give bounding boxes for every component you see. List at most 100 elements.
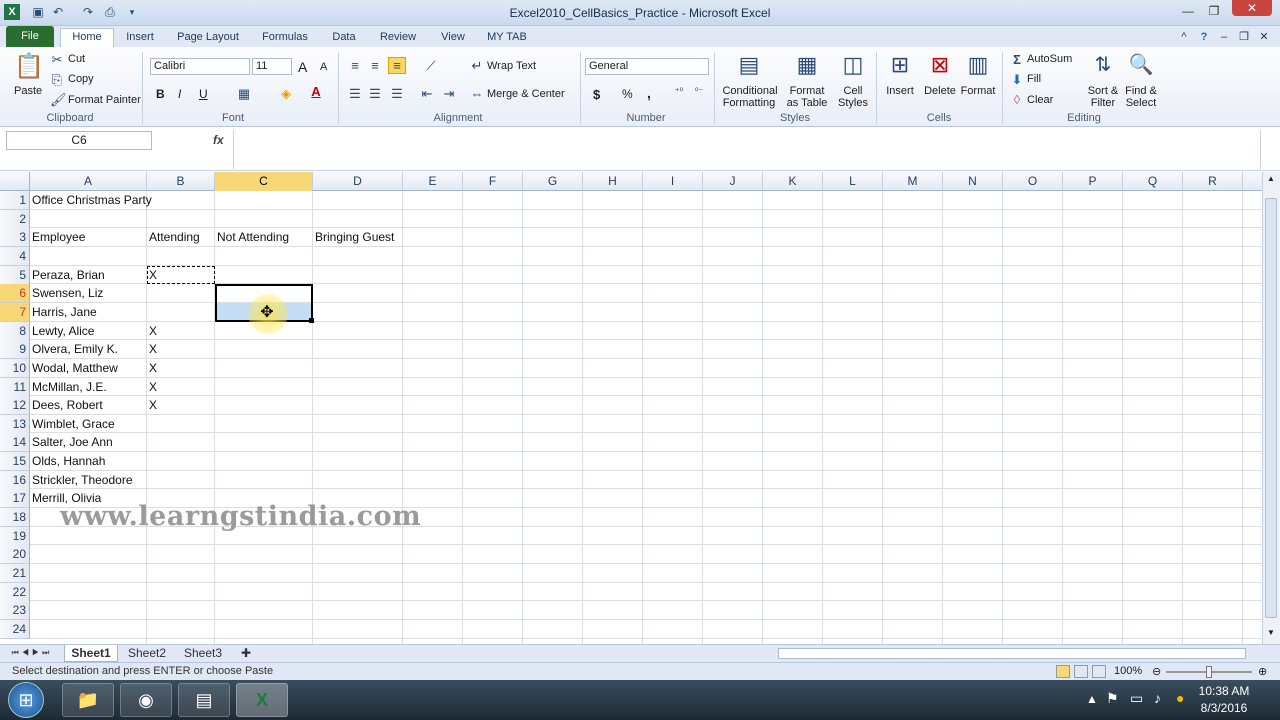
close-button[interactable]: ✕ [1232,0,1272,16]
cell-styles-line2[interactable]: Styles [834,97,872,109]
clock-time[interactable]: 10:38 AM [1196,684,1252,698]
cell-a1[interactable]: Office Christmas Party [30,191,152,210]
font-size-combo[interactable]: 11 [252,58,292,75]
paste-icon[interactable]: 📋 [14,52,44,82]
insert-function-button[interactable]: fx [213,131,229,150]
spreadsheet-grid[interactable]: ABCDEFGHIJKLMNOPQR 1 2 3 4 5 6 7 8 9 10 11 12 13 14 15… [0,172,1262,644]
column-header-a[interactable]: A [30,172,147,191]
cell-b9[interactable]: X [147,340,157,359]
shrink-font-button[interactable]: A [320,61,327,73]
vertical-scrollbar[interactable]: ▲ ▼ [1262,172,1280,644]
cell-a13[interactable]: Wimblet, Grace [30,415,115,434]
format-as-table-line1[interactable]: Format [786,85,828,97]
cell-d3[interactable]: Bringing Guest [313,228,394,247]
format-cells-button[interactable]: Format [960,85,996,97]
merge-center-button[interactable]: Merge & Center [487,88,565,100]
select-all-corner[interactable] [0,172,30,191]
doc-restore-icon[interactable]: ❐ [1236,29,1252,47]
row-header-17[interactable]: 17 [0,489,30,509]
cell-b10[interactable]: X [147,359,157,378]
zoom-level[interactable]: 100% [1114,665,1142,677]
row-header-20[interactable]: 20 [0,545,30,565]
align-center-icon[interactable]: ☰ [368,86,382,102]
action-center-icon[interactable]: ⚑ [1106,690,1119,707]
scroll-up-icon[interactable]: ▲ [1265,174,1277,186]
cell-styles-line1[interactable]: Cell [836,85,870,97]
help-icon[interactable]: ? [1196,29,1212,47]
insert-sheet-icon[interactable]: ✚ [236,645,256,662]
align-top-icon[interactable]: ≡ [348,58,362,73]
row-header-8[interactable]: 8 [0,321,30,341]
cell-a9[interactable]: Olvera, Emily K. [30,340,118,359]
column-header-e[interactable]: E [403,172,463,191]
tab-data[interactable]: Data [326,29,362,47]
tab-file[interactable]: File [6,26,54,47]
excel-taskbar-icon[interactable]: X [236,683,288,717]
app-taskbar-icon[interactable]: ▤ [178,683,230,717]
explorer-taskbar-icon[interactable]: 📁 [62,683,114,717]
column-header-o[interactable]: O [1003,172,1063,191]
column-header-i[interactable]: I [643,172,703,191]
format-as-table-line2[interactable]: as Table [784,97,830,109]
tab-page-layout[interactable]: Page Layout [172,29,244,47]
cell-a6[interactable]: Swensen, Liz [30,284,103,303]
scroll-thumb[interactable] [1265,198,1277,618]
format-painter-button[interactable]: Format Painter [68,94,141,106]
sort-filter-line2[interactable]: Filter [1084,97,1122,109]
page-layout-view-icon[interactable] [1074,665,1088,678]
increase-decimal-icon[interactable]: ⁺⁰ [670,86,688,97]
cut-button[interactable]: Cut [68,53,85,65]
clock-date[interactable]: 8/3/2016 [1196,701,1252,715]
align-middle-icon[interactable]: ≡ [368,58,382,73]
tab-home[interactable]: Home [60,28,114,47]
align-left-icon[interactable]: ☰ [348,86,362,102]
row-header-16[interactable]: 16 [0,470,30,490]
insert-cells-button[interactable]: Insert [885,85,915,97]
fill-handle[interactable] [309,318,314,323]
fill-button[interactable]: Fill [1027,73,1041,85]
cell-a10[interactable]: Wodal, Matthew [30,359,118,378]
decrease-indent-icon[interactable]: ⇤ [420,86,434,102]
zoom-in-icon[interactable]: ⊕ [1258,665,1267,678]
row-header-14[interactable]: 14 [0,433,30,453]
sort-filter-line1[interactable]: Sort & [1084,85,1122,97]
horizontal-scrollbar[interactable] [778,648,1246,659]
row-header-9[interactable]: 9 [0,340,30,360]
underline-button[interactable]: U [199,87,208,101]
decrease-decimal-icon[interactable]: ⁰⁻ [690,86,708,97]
row-header-21[interactable]: 21 [0,564,30,583]
row-header-19[interactable]: 19 [0,526,30,546]
scroll-down-icon[interactable]: ▼ [1265,628,1277,640]
currency-button[interactable]: $ [593,87,600,102]
cell-b3[interactable]: Attending [147,228,200,247]
tray-expand-icon[interactable]: ▲ [1086,692,1098,706]
cell-a3[interactable]: Employee [30,228,85,247]
sheet-nav-icon[interactable]: ⏮◀▶⏭ [6,645,58,662]
formula-input[interactable] [233,130,1261,169]
name-box[interactable]: C6 [6,131,152,150]
grow-font-button[interactable]: A [298,59,307,75]
cell-a5[interactable]: Peraza, Brian [30,266,105,285]
column-header-c[interactable]: C [215,172,313,191]
zoom-out-icon[interactable]: ⊖ [1152,665,1161,678]
tab-formulas[interactable]: Formulas [256,29,314,47]
sheet-tab-3[interactable]: Sheet3 [176,645,230,662]
orientation-icon[interactable]: ⟋ [420,58,442,74]
zoom-slider-thumb[interactable] [1206,666,1212,678]
cell-a8[interactable]: Lewty, Alice [30,322,94,341]
tab-view[interactable]: View [434,29,472,47]
network-icon[interactable]: ▭ [1130,690,1143,707]
bold-button[interactable]: B [156,87,165,101]
minimize-button[interactable]: — [1176,3,1200,19]
row-header-1[interactable]: 1 [0,191,30,210]
column-header-m[interactable]: M [883,172,943,191]
row-header-6[interactable]: 6 [0,284,30,304]
row-header-13[interactable]: 13 [0,414,30,434]
number-format-combo[interactable]: General [585,58,709,75]
row-header-18[interactable]: 18 [0,508,30,528]
cell-b12[interactable]: X [147,396,157,415]
clear-button[interactable]: Clear [1027,94,1053,106]
cell-a7[interactable]: Harris, Jane [30,303,97,322]
tab-my-tab[interactable]: MY TAB [484,29,530,47]
borders-icon[interactable]: ▦ [236,86,252,102]
